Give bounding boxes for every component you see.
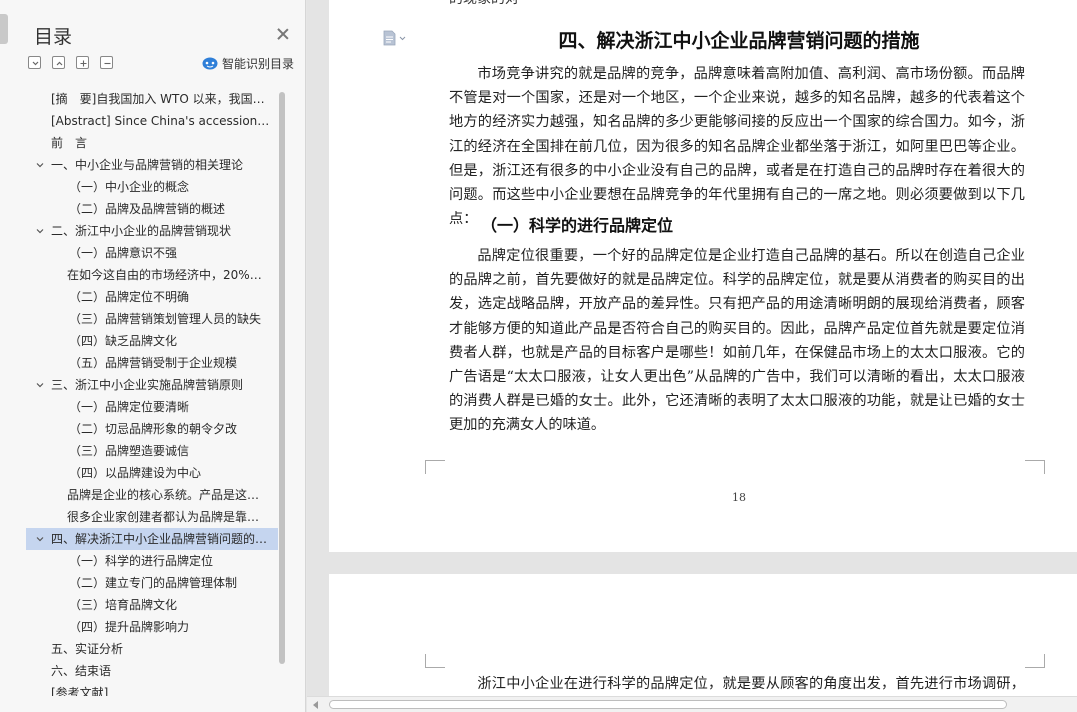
outline-item[interactable]: （一）品牌定位要清晰 [26, 396, 278, 418]
horizontal-scrollbar[interactable] [307, 696, 1077, 712]
outline-item[interactable]: 三、浙江中小企业实施品牌营销原则 [26, 374, 278, 396]
outline-panel: 目录 智能识别目录 [摘 要]自我国加入 WTO 以来，我国企业已经参与到了国际… [0, 0, 306, 712]
smart-toc-label: 智能识别目录 [222, 56, 295, 71]
outline-item-label: （五）品牌营销受制于企业规模 [69, 356, 238, 370]
document-page[interactable]: 的现象的对 四、解决浙江中小企业品牌营销问题的措施 市场竞争讲究的就是品牌的竞争… [329, 0, 1077, 552]
minus-icon [104, 62, 111, 65]
outline-item[interactable]: （五）品牌营销受制于企业规模 [26, 352, 278, 374]
body-paragraph: 市场竞争讲究的就是品牌的竞争，品牌意味着高附加值、高利润、高市场份额。而品牌不管… [449, 66, 1025, 228]
outline-item-label: （一）品牌定位要清晰 [69, 400, 190, 414]
horizontal-scrollbar-thumb[interactable] [329, 700, 1007, 709]
outline-item-label: （二）建立专门的品牌管理体制 [69, 576, 238, 590]
outline-item[interactable]: （一）科学的进行品牌定位 [26, 550, 278, 572]
page-number: 18 [732, 491, 746, 504]
expand-all-button[interactable] [52, 56, 65, 69]
outline-item[interactable]: （一）品牌意识不强 [26, 242, 278, 264]
outline-list: [摘 要]自我国加入 WTO 以来，我国企业已经参与到了国际竞争中 [Abstra… [26, 88, 278, 696]
outline-item-label: 五、实证分析 [51, 642, 124, 656]
scroll-left-arrow[interactable] [313, 701, 318, 709]
body-paragraph: 品牌定位很重要，一个好的品牌定位是企业打造自己品牌的基石。所以在创造自己企业的品… [449, 248, 1025, 434]
outline-item[interactable]: 五、实证分析 [26, 638, 278, 660]
outline-item[interactable]: [摘 要]自我国加入 WTO 以来，我国企业已经参与到了国际竞争中 [26, 88, 278, 110]
outline-item-label: （四）提升品牌影响力 [69, 620, 190, 634]
outline-title: 目录 [34, 26, 73, 48]
outline-item-label: 品牌是企业的核心系统。产品是这个系统的一部分 [67, 488, 278, 502]
document-vertical-scrollbar[interactable] [1063, 0, 1077, 700]
outline-item-label: （一）中小企业的概念 [69, 180, 190, 194]
outline-item[interactable]: 二、浙江中小企业的品牌营销现状 [26, 220, 278, 242]
body-paragraph: 浙江中小企业在进行科学的品牌定位，就是要从顾客的角度出发，首先进行市场调研，明确… [477, 676, 1025, 692]
page-margin-mark [425, 654, 445, 668]
outline-item[interactable]: 六、结束语 [26, 660, 278, 682]
expand-all-icon [56, 61, 63, 66]
outline-item-label: （二）品牌定位不明确 [69, 290, 190, 304]
outline-item-label: 六、结束语 [51, 664, 112, 678]
outline-item-label: 二、浙江中小企业的品牌营销现状 [51, 224, 232, 238]
outline-item[interactable]: （三）品牌营销策划管理人员的缺失 [26, 308, 278, 330]
collapse-all-icon [32, 61, 39, 66]
outline-item-label: （一）品牌意识不强 [69, 246, 178, 260]
outline-item-label: [参考文献] [51, 686, 109, 696]
outline-item[interactable]: （四）缺乏品牌文化 [26, 330, 278, 352]
outline-item-label: （二）品牌及品牌营销的概述 [69, 202, 226, 216]
outline-item[interactable]: 很多企业家创建者都认为品牌是靠广告打出来的 [26, 506, 278, 528]
outline-item[interactable]: 品牌是企业的核心系统。产品是这个系统的一部分 [26, 484, 278, 506]
section-heading: 四、解决浙江中小企业品牌营销问题的措施 [558, 30, 920, 52]
add-heading-button[interactable] [76, 56, 89, 69]
outline-scrollbar-thumb[interactable] [279, 92, 285, 664]
panel-resize-handle[interactable] [0, 14, 8, 44]
remove-heading-button[interactable] [100, 56, 113, 69]
outline-item-label: （三）培育品牌文化 [69, 598, 178, 612]
smart-toc-button[interactable]: 智能识别目录 [202, 54, 294, 72]
outline-item-label: [摘 要]自我国加入 WTO 以来，我国企业已经参与到了国际竞争中 [51, 92, 278, 106]
outline-item[interactable]: [Abstract] Since China's accession to th… [26, 110, 278, 132]
plus-icon [80, 60, 87, 67]
chevron-down-icon[interactable] [36, 161, 44, 169]
outline-item[interactable]: 一、中小企业与品牌营销的相关理论 [26, 154, 278, 176]
outline-item[interactable]: （二）建立专门的品牌管理体制 [26, 572, 278, 594]
collapse-all-button[interactable] [28, 56, 41, 69]
outline-item-label: （二）切忌品牌形象的朝令夕改 [69, 422, 238, 436]
outline-item[interactable]: （三）培育品牌文化 [26, 594, 278, 616]
outline-item-label: （一）科学的进行品牌定位 [69, 554, 214, 568]
outline-item-label: 三、浙江中小企业实施品牌营销原则 [51, 378, 244, 392]
outline-item-label: 前 言 [51, 136, 88, 150]
outline-item[interactable]: （一）中小企业的概念 [26, 176, 278, 198]
outline-item[interactable]: [参考文献] [26, 682, 278, 696]
outline-item-label: 很多企业家创建者都认为品牌是靠广告打出来的 [67, 510, 278, 524]
outline-item[interactable]: （四）以品牌建设为中心 [26, 462, 278, 484]
document-page[interactable]: 浙江中小企业在进行科学的品牌定位，就是要从顾客的角度出发，首先进行市场调研，明确… [329, 574, 1077, 702]
outline-item[interactable]: （二）切忌品牌形象的朝令夕改 [26, 418, 278, 440]
subsection-heading: （一）科学的进行品牌定位 [481, 216, 674, 235]
page-margin-mark [1025, 654, 1045, 668]
outline-item-label: 四、解决浙江中小企业品牌营销问题的措施 [51, 532, 278, 546]
chevron-down-icon[interactable] [36, 535, 44, 543]
outline-item-label: 一、中小企业与品牌营销的相关理论 [51, 158, 244, 172]
outline-item-label: （三）品牌营销策划管理人员的缺失 [69, 312, 262, 326]
outline-item[interactable]: （四）提升品牌影响力 [26, 616, 278, 638]
document-workspace: 的现象的对 四、解决浙江中小企业品牌营销问题的措施 市场竞争讲究的就是品牌的竞争… [307, 0, 1077, 712]
smart-toc-icon [202, 57, 218, 69]
chevron-down-icon[interactable] [36, 227, 44, 235]
close-icon[interactable] [275, 26, 291, 42]
outline-item[interactable]: （三）品牌塑造要诚信 [26, 440, 278, 462]
outline-item[interactable]: （二）品牌及品牌营销的概述 [26, 198, 278, 220]
outline-item[interactable]: 四、解决浙江中小企业品牌营销问题的措施 [26, 528, 278, 550]
page-margin-mark [1025, 460, 1045, 474]
page-margin-mark [425, 460, 445, 474]
outline-item[interactable]: 在如今这自由的市场经济中，20%的企业占据了80%的市场份额 [26, 264, 278, 286]
previous-text-fragment: 的现象的对 [449, 0, 519, 8]
outline-item[interactable]: 前 言 [26, 132, 278, 154]
chevron-down-icon[interactable] [36, 381, 44, 389]
outline-item-label: （三）品牌塑造要诚信 [69, 444, 190, 458]
outline-item-label: [Abstract] Since China's accession to th… [51, 114, 278, 128]
outline-item-label: （四）缺乏品牌文化 [69, 334, 178, 348]
outline-item-label: （四）以品牌建设为中心 [69, 466, 202, 480]
outline-item[interactable]: （二）品牌定位不明确 [26, 286, 278, 308]
outline-item-label: 在如今这自由的市场经济中，20%的企业占据了80%的市场份额 [67, 268, 278, 282]
